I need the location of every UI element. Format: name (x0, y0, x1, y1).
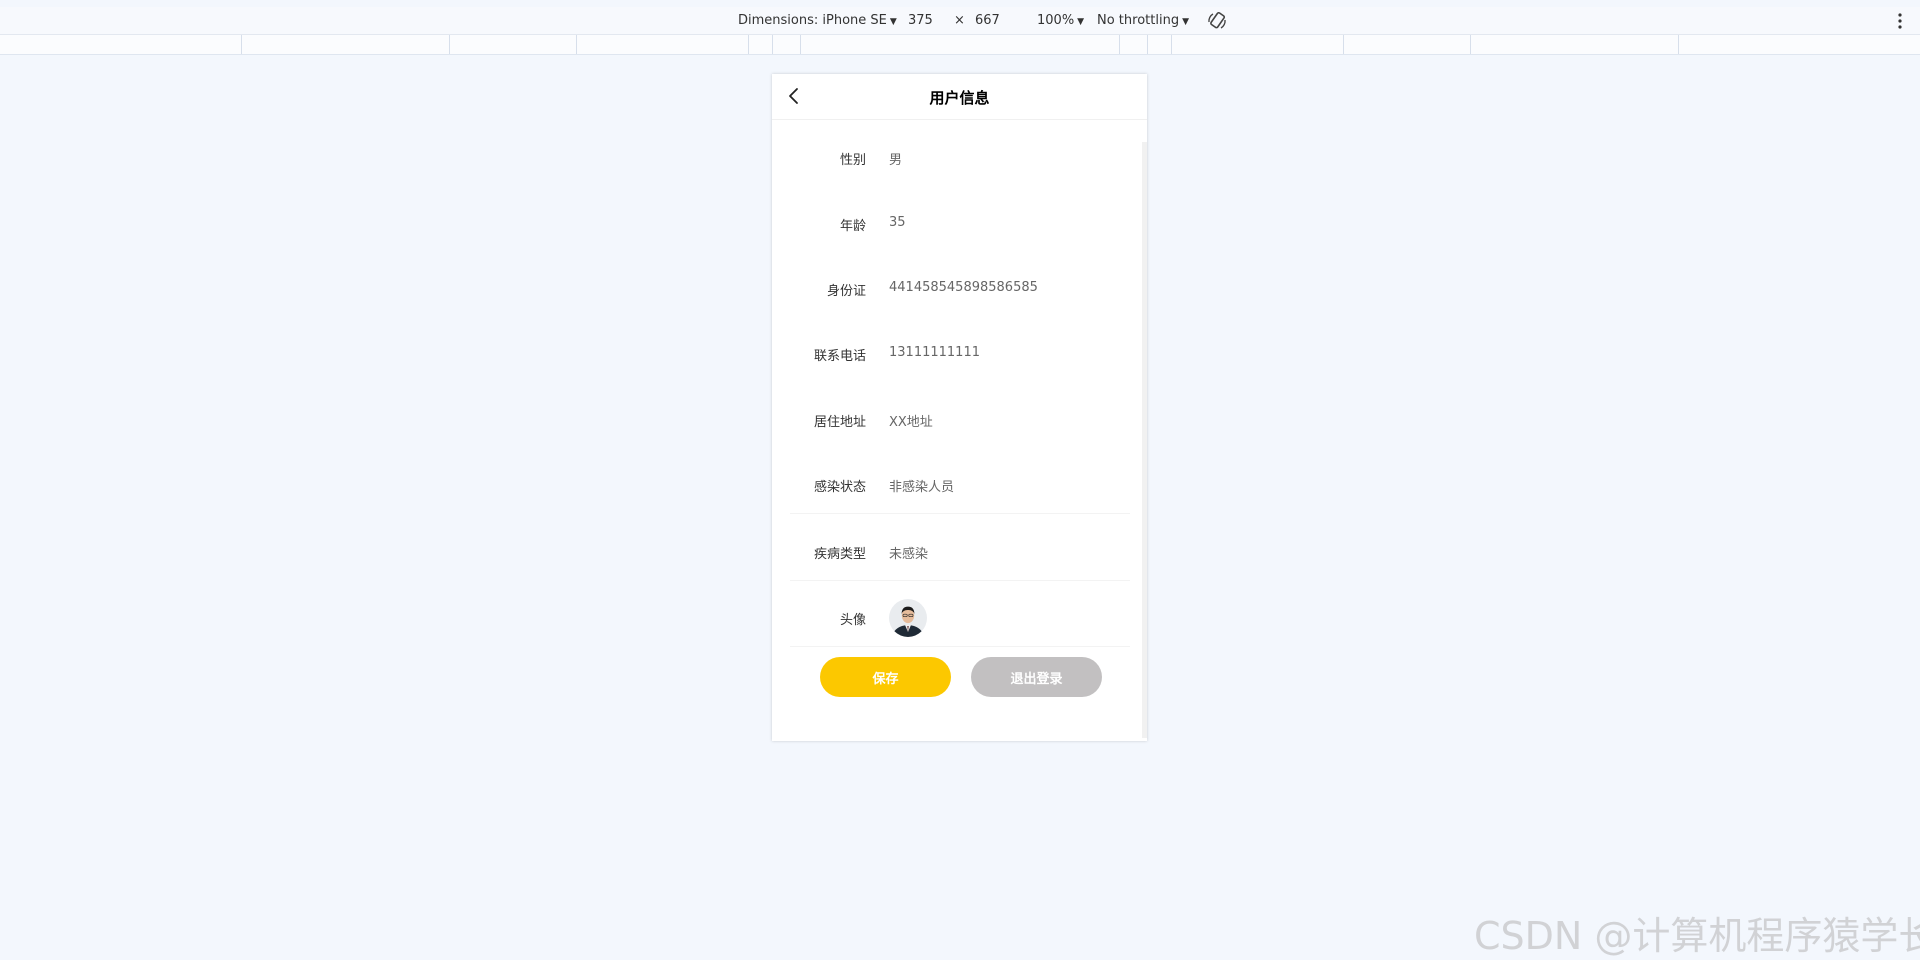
field-label: 头像 (839, 613, 866, 628)
dimensions-dropdown[interactable]: Dimensions: iPhone SE ▼ (738, 13, 897, 28)
width-input[interactable]: 375 (908, 13, 933, 28)
height-input[interactable]: 667 (975, 13, 1000, 28)
device-viewport: 用户信息 性别 男 年龄 35 身份证 441458545898586585 联… (772, 74, 1147, 741)
field-row-id-card: 身份证 441458545898586585 (790, 263, 1130, 317)
times-sign: × (954, 13, 965, 28)
field-value[interactable]: 非感染人员 (889, 476, 954, 495)
logout-button[interactable]: 退出登录 (971, 657, 1102, 697)
avatar-image (889, 599, 927, 637)
save-button[interactable]: 保存 (820, 657, 951, 697)
zoom-label: 100% (1037, 13, 1075, 28)
field-row-gender: 性别 男 (790, 132, 1130, 186)
dimensions-label: Dimensions: iPhone SE (738, 13, 887, 28)
throttling-label: No throttling (1097, 13, 1180, 28)
avatar[interactable] (889, 599, 927, 637)
chevron-down-icon: ▼ (1077, 17, 1085, 27)
more-vertical-icon[interactable] (1895, 12, 1905, 30)
ruler-divider[interactable] (1171, 35, 1172, 54)
field-label: 疾病类型 (813, 547, 866, 562)
page-title: 用户信息 (929, 89, 990, 107)
field-value[interactable]: XX地址 (889, 411, 933, 430)
field-row-infection-status: 感染状态 非感染人员 (790, 459, 1130, 514)
field-label: 感染状态 (813, 480, 866, 495)
field-row-disease-type: 疾病类型 未感染 (790, 526, 1130, 581)
field-label: 居住地址 (813, 415, 866, 430)
zoom-dropdown[interactable]: 100% ▼ (1037, 13, 1084, 28)
field-label: 年龄 (839, 219, 866, 234)
ruler-divider[interactable] (576, 35, 577, 54)
ruler-divider[interactable] (1343, 35, 1344, 54)
ruler-divider[interactable] (1470, 35, 1471, 54)
watermark: CSDN @计算机程序猿学长 (1474, 914, 1920, 958)
field-row-age: 年龄 35 (790, 198, 1130, 252)
media-query-ruler (0, 35, 1920, 55)
ruler-divider[interactable] (772, 35, 773, 54)
nav-bar: 用户信息 (772, 74, 1147, 120)
ruler-divider[interactable] (1119, 35, 1120, 54)
rotate-icon[interactable] (1207, 11, 1227, 31)
field-value[interactable]: 441458545898586585 (889, 280, 1038, 295)
ruler-divider[interactable] (241, 35, 242, 54)
chevron-down-icon: ▼ (889, 17, 897, 27)
field-row-phone: 联系电话 13111111111 (790, 328, 1130, 382)
field-row-address: 居住地址 XX地址 (790, 394, 1130, 448)
ruler-divider[interactable] (800, 35, 801, 54)
field-value[interactable]: 13111111111 (889, 345, 980, 360)
ruler-divider[interactable] (1147, 35, 1148, 54)
ruler-divider[interactable] (449, 35, 450, 54)
scrollbar[interactable] (1142, 142, 1147, 738)
field-value[interactable]: 男 (889, 149, 902, 168)
field-value[interactable]: 未感染 (889, 543, 928, 562)
field-label: 身份证 (826, 284, 866, 299)
field-value[interactable]: 35 (889, 215, 906, 230)
field-label: 联系电话 (813, 349, 866, 364)
field-row-avatar: 头像 (790, 592, 1130, 647)
chevron-down-icon: ▼ (1182, 17, 1189, 27)
field-label: 性别 (839, 153, 866, 168)
ruler-divider[interactable] (748, 35, 749, 54)
ruler-divider[interactable] (1678, 35, 1679, 54)
device-toolbar: Dimensions: iPhone SE ▼ 375 × 667 100% ▼ N… (0, 7, 1920, 35)
throttling-dropdown[interactable]: No throttling ▼ (1097, 13, 1189, 28)
